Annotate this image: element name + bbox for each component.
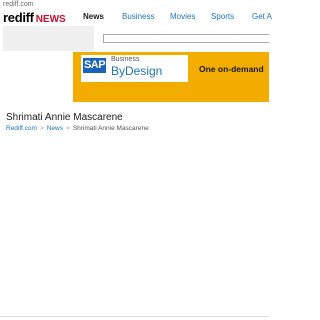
search-input[interactable] [103, 34, 269, 43]
rediff-home-link[interactable]: rediff.com [3, 1, 34, 8]
page-title: Shrimati Annie Mascarene [6, 112, 123, 123]
breadcrumb-home[interactable]: Rediff.com [6, 125, 37, 132]
nav-sports[interactable]: Sports [211, 12, 234, 21]
nav-movies[interactable]: Movies [170, 12, 195, 21]
ad-bydesign-text: ByDesign [111, 64, 163, 78]
breadcrumb-current: Shrimati Annie Mascarene [72, 125, 149, 132]
footer-divider [0, 316, 269, 317]
breadcrumb-separator: > [39, 125, 44, 132]
search-panel [3, 26, 94, 51]
logo-news-text: NEWS [35, 14, 66, 25]
breadcrumb-separator: > [66, 125, 70, 132]
breadcrumb-news[interactable]: News [47, 125, 63, 132]
ad-tagline: One on-demand [199, 64, 264, 74]
sap-logo: SAP [83, 58, 106, 73]
nav-get-ahead[interactable]: Get A [252, 12, 272, 21]
breadcrumb: Rediff.com > News > Shrimati Annie Mascarene [6, 125, 149, 132]
nav-news[interactable]: News [83, 12, 104, 21]
rediff-news-logo[interactable]: rediff NEWS [3, 10, 66, 25]
nav-business[interactable]: Business [122, 12, 154, 21]
sap-ad-banner[interactable]: SAP Business ByDesign One on-demand [73, 52, 269, 102]
logo-rediff-text: rediff [3, 10, 34, 25]
ad-business-text: Business [111, 56, 140, 63]
